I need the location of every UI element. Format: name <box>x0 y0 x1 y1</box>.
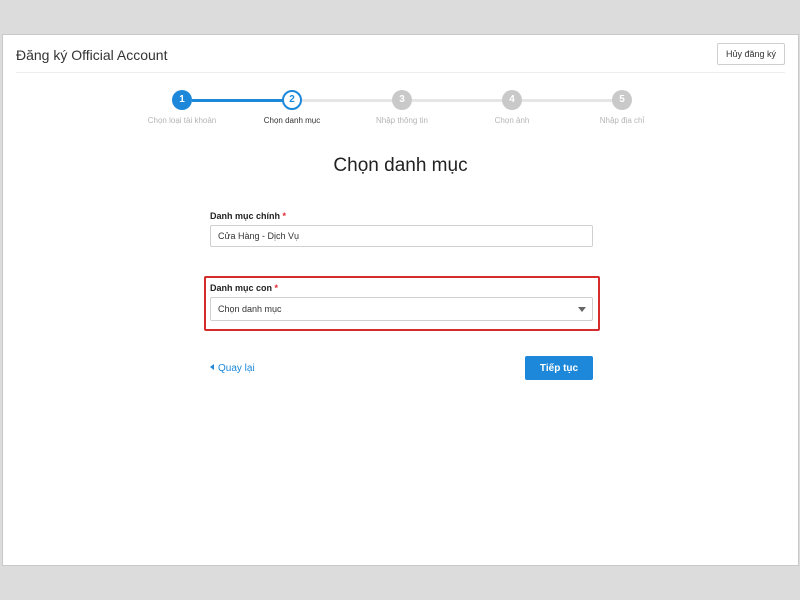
cancel-registration-button[interactable]: Hủy đăng ký <box>716 43 785 65</box>
header-divider <box>16 72 785 73</box>
sub-category-label-text: Danh mục con <box>210 283 273 293</box>
step-1-circle: 1 <box>172 90 192 110</box>
page-header-title: Đăng ký Official Account <box>16 47 168 63</box>
step-connector-1 <box>192 99 292 102</box>
step-connector-2 <box>302 99 402 102</box>
step-4-circle: 4 <box>502 90 522 110</box>
step-2-circle: 2 <box>282 90 302 110</box>
caret-left-icon <box>210 364 214 371</box>
step-2-label: Chọn danh mục <box>263 116 321 125</box>
step-3-label: Nhập thông tin <box>375 116 429 125</box>
required-mark: * <box>274 283 279 293</box>
main-category-label: Danh mục chính * <box>210 211 286 221</box>
back-link[interactable]: Quay lại <box>210 363 255 374</box>
step-4-label: Chọn ảnh <box>494 116 530 125</box>
step-1-label: Chọn loại tài khoản <box>147 116 217 125</box>
continue-button[interactable]: Tiếp tục <box>525 356 593 380</box>
back-link-label: Quay lại <box>218 363 255 374</box>
step-3-circle: 3 <box>392 90 412 110</box>
sub-category-select[interactable]: Chọn danh mục <box>210 297 593 321</box>
main-category-label-text: Danh mục chính <box>210 211 281 221</box>
page-title: Chọn danh mục <box>333 155 468 176</box>
step-5-circle: 5 <box>612 90 632 110</box>
chevron-down-icon <box>578 307 586 312</box>
step-connector-4 <box>522 99 622 102</box>
main-category-field[interactable]: Cửa Hàng - Dịch Vụ <box>210 225 593 247</box>
sub-category-label: Danh mục con * <box>210 283 278 293</box>
page-header: Đăng ký Official Account Hủy đăng ký <box>3 35 798 73</box>
step-5-label: Nhập địa chỉ <box>599 116 645 125</box>
step-connector-3 <box>412 99 512 102</box>
registration-page: Đăng ký Official Account Hủy đăng ký 1 2… <box>2 34 799 566</box>
required-mark: * <box>282 211 287 221</box>
sub-category-selected-value: Chọn danh mục <box>218 304 282 314</box>
